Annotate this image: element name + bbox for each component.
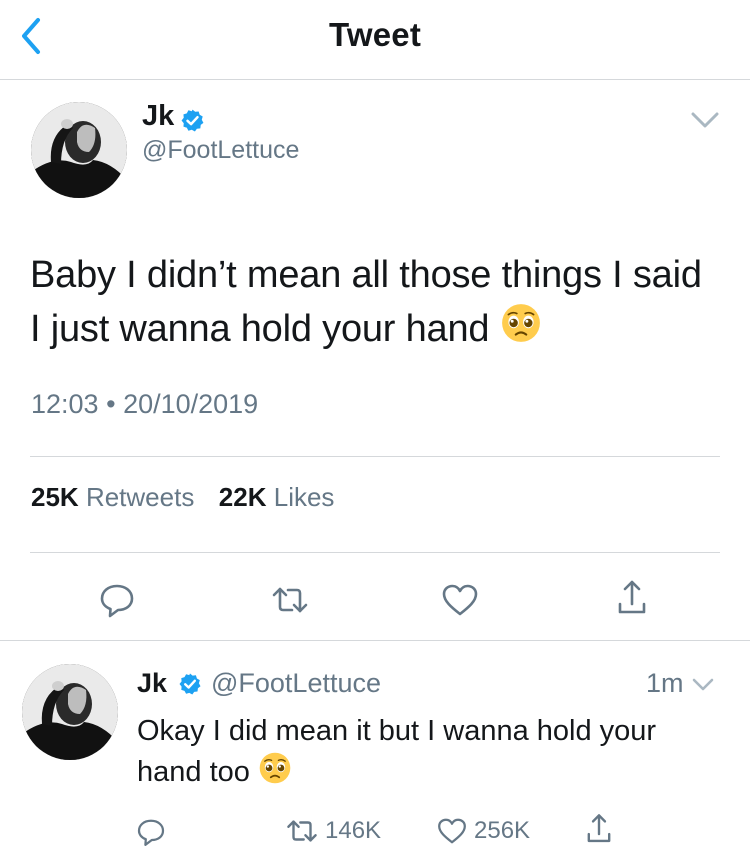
reply-retweet-count: 146K <box>325 817 382 844</box>
chevron-down-icon <box>691 112 719 128</box>
verified-badge-icon <box>178 672 202 696</box>
retweet-icon <box>287 820 317 842</box>
reply-retweet-button[interactable]: 146K <box>285 814 381 848</box>
pleading-face-icon <box>258 751 292 796</box>
tweet-date: 20/10/2019 <box>123 389 259 419</box>
chevron-down-icon <box>692 678 714 691</box>
likes-stat[interactable]: 22K Likes <box>219 482 335 512</box>
heart-icon <box>442 584 478 616</box>
heart-icon <box>438 818 466 844</box>
speech-bubble-icon <box>137 819 165 846</box>
reply-reply-button[interactable] <box>135 815 173 849</box>
tweet-time: 12:03 <box>31 389 99 419</box>
likes-label: Likes <box>273 482 335 512</box>
reply-button[interactable] <box>97 580 137 620</box>
page-title: Tweet <box>328 16 422 53</box>
retweets-stat[interactable]: 25K Retweets <box>31 482 194 512</box>
timestamp-separator: • <box>106 389 116 419</box>
reply-time[interactable]: 1m <box>646 668 684 699</box>
avatar-photo <box>22 664 118 760</box>
divider <box>30 456 720 457</box>
likes-count: 22K <box>218 482 267 512</box>
share-button[interactable] <box>612 578 652 618</box>
reply-like-button[interactable]: 256K <box>436 814 530 848</box>
pleading-face-icon <box>500 302 542 359</box>
divider <box>30 552 720 553</box>
verified-badge-icon <box>180 108 205 133</box>
share-icon <box>618 580 646 614</box>
reply-text: Okay I did mean it but I wanna hold your… <box>137 711 727 796</box>
tweet-timestamp[interactable]: 12:03 • 20/10/2019 <box>31 389 258 420</box>
reply-share-button[interactable] <box>582 812 622 846</box>
reply-like-count: 256K <box>474 817 531 844</box>
reply-body: Okay I did mean it but I wanna hold your… <box>137 715 657 789</box>
retweets-count: 25K <box>31 482 79 512</box>
reply-more-options-button[interactable] <box>689 670 717 698</box>
reply-author-handle[interactable]: @FootLettuce <box>211 668 381 699</box>
divider <box>0 640 750 641</box>
avatar-photo <box>31 102 127 198</box>
share-icon <box>587 814 611 843</box>
tweet-text: Baby I didn’t mean all those things I sa… <box>30 248 720 359</box>
author-name[interactable]: Jk <box>142 100 174 133</box>
reply-avatar[interactable] <box>22 664 118 760</box>
tweet-stats: 25K Retweets 22K Likes <box>31 482 334 513</box>
tweet-body: Baby I didn’t mean all those things I sa… <box>30 254 702 350</box>
speech-bubble-icon <box>100 584 134 618</box>
like-button[interactable] <box>440 580 480 620</box>
author-handle[interactable]: @FootLettuce <box>142 136 299 165</box>
retweet-icon <box>272 587 308 613</box>
reply-author-name[interactable]: Jk <box>137 668 167 699</box>
retweet-button[interactable] <box>270 580 310 620</box>
avatar[interactable] <box>31 102 127 198</box>
retweets-label: Retweets <box>85 482 195 512</box>
more-options-button[interactable] <box>688 103 722 137</box>
